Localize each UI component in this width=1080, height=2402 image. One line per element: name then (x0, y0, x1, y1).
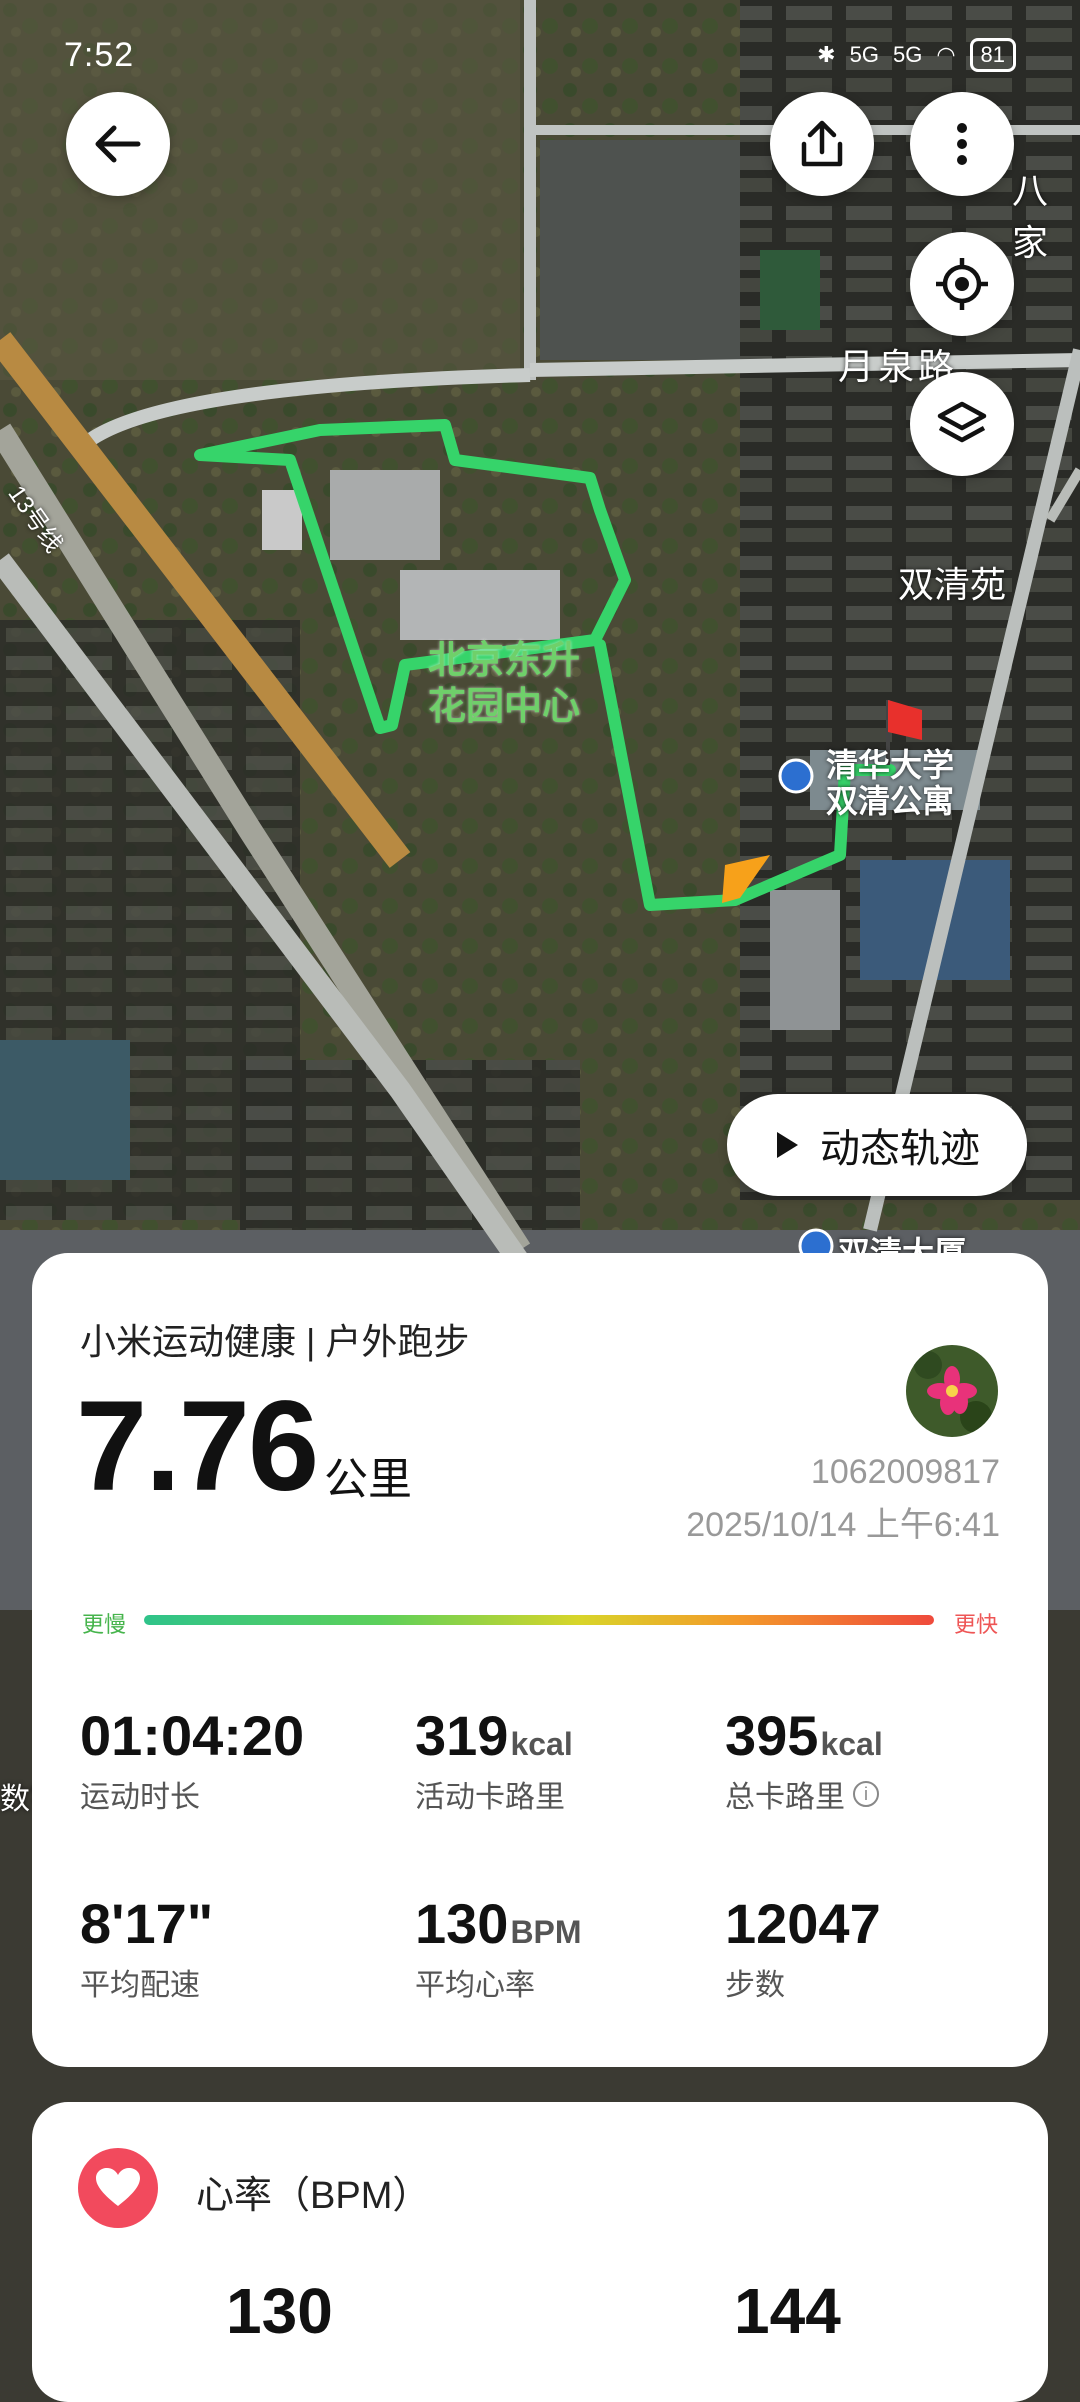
map-label-area: 双清苑 (898, 564, 1007, 605)
stat-label: 活动卡路里 (415, 1781, 565, 1814)
stat-avg-heart-rate: 130BPM 平均心率 (415, 1891, 582, 2004)
map-label-poi: 双清公寓 (826, 783, 955, 819)
user-id: 1062009817 (810, 1453, 1000, 1491)
stat-avg-pace: 8'17" 平均配速 (80, 1891, 213, 2004)
stat-unit: BPM (510, 1914, 582, 1950)
stat-unit: kcal (820, 1726, 883, 1762)
heart-rate-title: 心率（BPM） (196, 2175, 431, 2217)
signal-icon: 5G (892, 42, 923, 67)
battery-indicator: 81 (969, 38, 1016, 72)
pace-fast-label: 更快 (953, 1612, 998, 1637)
map-label-area: 八家 (1012, 170, 1049, 263)
locate-button[interactable] (910, 232, 1014, 336)
more-button[interactable] (910, 92, 1014, 196)
workout-source: 小米运动健康 | 户外跑步 (80, 1321, 470, 1362)
stat-value: 130 (415, 1892, 509, 1955)
status-time: 7:52 (64, 36, 135, 74)
heart-rate-avg: 130 (226, 2275, 333, 2347)
wifi-icon: ◠ (936, 42, 956, 67)
stat-unit: kcal (510, 1726, 573, 1762)
stat-label: 总卡路里 (725, 1781, 845, 1814)
stat-label-row: 总卡路里 i (725, 1772, 883, 1816)
stat-active-calories: 319kcal 活动卡路里 (415, 1703, 573, 1816)
workout-summary-card: 小米运动健康 | 户外跑步 7.76 公里 1062009817 2025/10… (32, 1253, 1048, 2067)
stat-value: 395 (725, 1704, 819, 1767)
heart-glyph (96, 2168, 140, 2206)
stat-steps: 12047 步数 (725, 1891, 881, 2004)
stat-label: 平均心率 (415, 1969, 535, 2002)
arrow-left-icon (95, 125, 141, 163)
locate-icon (936, 258, 988, 310)
status-bar: 7:52 ✱ 5G 5G ◠ 81 (0, 30, 1080, 90)
stat-label: 运动时长 (80, 1781, 200, 1814)
stat-total-calories: 395kcal 总卡路里 i (725, 1703, 883, 1816)
stat-value: 319 (415, 1704, 509, 1767)
stat-value: 01:04:20 (80, 1704, 305, 1767)
back-button[interactable] (66, 92, 170, 196)
stat-label: 平均配速 (80, 1969, 200, 2002)
avatar-flower-image (906, 1345, 998, 1437)
stat-label: 步数 (725, 1969, 785, 2002)
bluetooth-icon: ✱ (817, 42, 836, 67)
map-label-garden: 花园中心 (428, 686, 581, 728)
stat-value: 8'17" (80, 1892, 214, 1955)
avatar[interactable] (906, 1345, 998, 1437)
signal-icon: 5G (849, 42, 879, 67)
pace-gradient-bar (144, 1615, 934, 1625)
heart-rate-max: 144 (734, 2275, 841, 2347)
share-icon (801, 120, 843, 167)
share-button[interactable] (770, 92, 874, 196)
layers-icon (937, 401, 987, 443)
stat-duration: 01:04:20 运动时长 (80, 1703, 304, 1816)
pace-slow-label: 更慢 (82, 1612, 127, 1637)
distance-value: 7.76 (76, 1375, 319, 1518)
distance-unit: 公里 (324, 1455, 412, 1504)
heart-rate-card[interactable]: 心率（BPM） 130 144 (32, 2102, 1048, 2402)
info-icon[interactable]: i (853, 1781, 879, 1807)
status-icons: ✱ 5G 5G ◠ 81 (817, 38, 1016, 72)
map-layers-button[interactable] (910, 372, 1014, 476)
dynamic-track-label: 动态轨迹 (820, 1127, 980, 1171)
workout-datetime: 2025/10/14 上午6:41 (686, 1506, 1000, 1544)
poi-marker-icon (778, 758, 814, 794)
play-icon (777, 1132, 798, 1158)
stat-value: 12047 (725, 1892, 881, 1955)
map-label-garden: 北京东升 (428, 640, 581, 682)
more-vertical-icon (957, 123, 967, 165)
heart-icon (78, 2148, 158, 2228)
dynamic-track-button[interactable]: 动态轨迹 (727, 1094, 1027, 1196)
